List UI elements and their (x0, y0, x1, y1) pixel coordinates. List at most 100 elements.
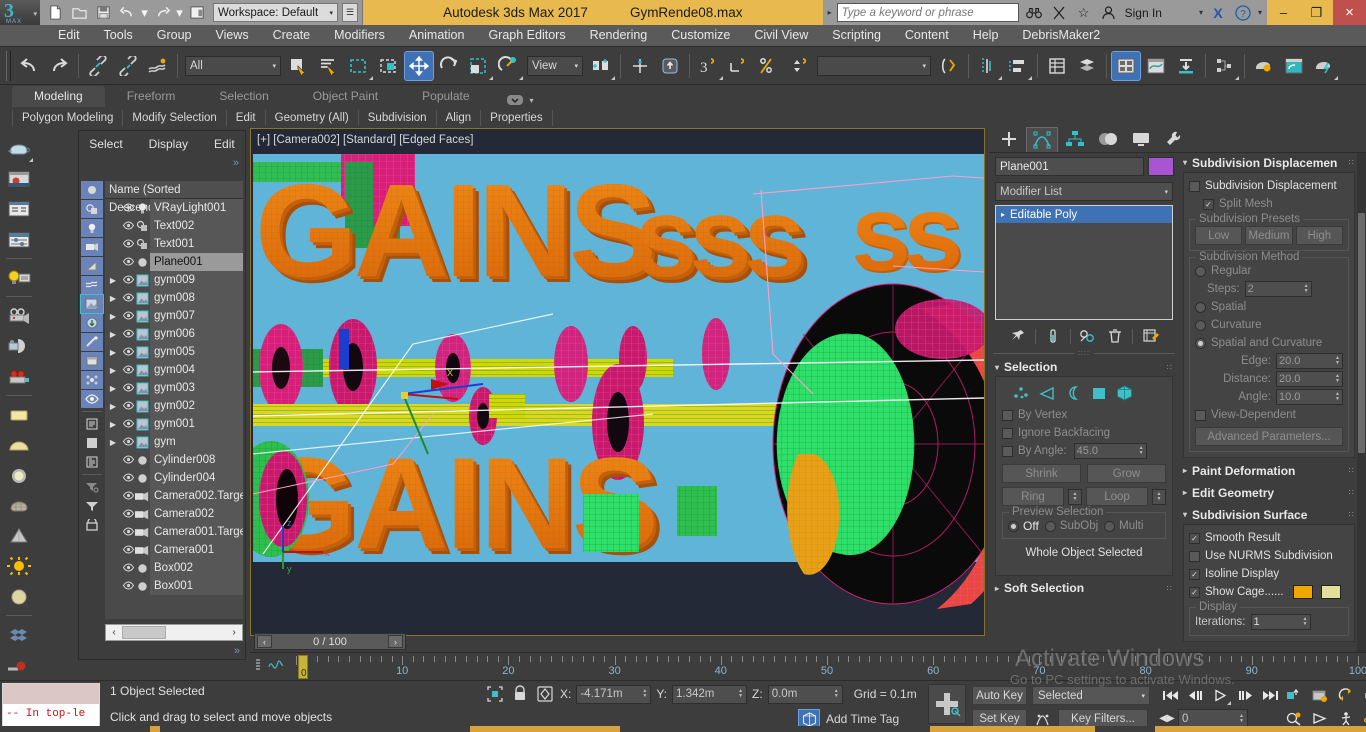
ring-spinner[interactable]: ▲ ▼ (1068, 488, 1082, 505)
track-bar[interactable]: 10 20 30 40 50 60 70 80 90 100 0 (250, 652, 1366, 680)
redo-icon[interactable] (151, 2, 173, 23)
edge-spinner[interactable]: 20.0 ▲ ▼ (1276, 353, 1343, 369)
project-folder-icon[interactable] (186, 2, 208, 23)
prev-frame-button[interactable]: ‹ (257, 635, 272, 648)
menu-item-civil-view[interactable]: Civil View (742, 25, 820, 46)
menu-item-modifiers[interactable]: Modifiers (322, 25, 397, 46)
explorer-menu-edit[interactable]: Edit (214, 137, 235, 151)
filter-funnel-icon[interactable] (81, 497, 103, 515)
use-selection-center-icon[interactable] (625, 51, 655, 81)
scene-explorer-icon[interactable] (1072, 51, 1102, 81)
app-menu-arrow[interactable]: ▾ (33, 10, 37, 18)
spinner-arrows-icon[interactable]: ▲ ▼ (1335, 356, 1340, 366)
scene-explorer-row[interactable]: Camera001 (105, 541, 243, 559)
visibility-eye-icon[interactable] (121, 580, 135, 592)
visibility-eye-icon[interactable] (121, 220, 135, 232)
smooth-result-row[interactable]: ✓ Smooth Result (1189, 529, 1349, 547)
advanced-parameters-button[interactable]: Advanced Parameters... (1195, 427, 1343, 446)
binoculars-icon[interactable] (1024, 3, 1044, 23)
absolute-relative-toggle-icon[interactable] (535, 684, 555, 704)
grow-button[interactable]: Grow (1087, 464, 1166, 483)
filter-xrefs-icon[interactable] (81, 314, 103, 332)
spinner-arrows-icon[interactable]: ▲ ▼ (1239, 713, 1244, 724)
scene-explorer-list[interactable]: Name (Sorted Descending) VRayLight001Tex… (105, 181, 243, 619)
distance-spinner[interactable]: 20.0 ▲ ▼ (1276, 371, 1343, 387)
pan-view-icon[interactable] (1308, 686, 1332, 705)
key-mode-selector[interactable]: Selected ▾ (1032, 686, 1150, 705)
method-regular-radio[interactable] (1195, 265, 1206, 277)
scene-explorer-row[interactable]: Box002 (105, 559, 243, 577)
scene-explorer-chevron-bottom[interactable]: » (234, 645, 240, 657)
select-by-name-icon[interactable] (314, 51, 344, 81)
object-color-swatch[interactable] (1148, 157, 1174, 176)
visibility-eye-icon[interactable] (121, 400, 135, 412)
steps-spinner[interactable]: 2 ▲ ▼ (1244, 281, 1312, 297)
ribbon-tab-modeling[interactable]: Modeling (12, 86, 105, 107)
ribbon-panel-polygon-modeling[interactable]: Polygon Modeling (12, 110, 124, 126)
scene-explorer-row[interactable]: Box001 (105, 577, 243, 595)
sign-in-label[interactable]: Sign In (1125, 6, 1162, 20)
scene-explorer-row[interactable]: Camera001.Target (105, 523, 243, 541)
ribbon-overflow-menu[interactable]: ▾ (506, 94, 534, 107)
filter-groups-icon[interactable] (80, 294, 104, 314)
scene-explorer-row[interactable]: Text002 (105, 217, 243, 235)
scene-explorer-scrollbar[interactable]: ‹ › (105, 624, 243, 641)
border-icon[interactable] (1064, 384, 1081, 401)
expand-arrow-icon[interactable]: ▶ (105, 366, 121, 375)
next-frame-button[interactable]: › (388, 635, 403, 648)
filter-settings-icon[interactable] (81, 478, 103, 496)
preset-low-button[interactable]: Low (1195, 226, 1243, 245)
unlink-selection-icon[interactable] (113, 51, 143, 81)
select-and-link-icon[interactable] (83, 51, 113, 81)
named-selection-set-combo[interactable]: ▾ (817, 55, 931, 76)
select-and-manipulate-icon[interactable] (655, 51, 685, 81)
sun-light-icon[interactable] (4, 552, 34, 581)
scene-explorer-row[interactable]: ▶ gym006 (105, 325, 243, 343)
loop-button[interactable]: Loop (1086, 487, 1148, 506)
loop-spinner[interactable]: ▲ ▼ (1152, 488, 1166, 505)
spinner-arrows-icon[interactable]: ▲ ▼ (642, 689, 647, 699)
shrink-button[interactable]: Shrink (1002, 464, 1081, 483)
visibility-eye-icon[interactable] (121, 472, 135, 484)
scene-explorer-row[interactable]: ▶ gym003 (105, 379, 243, 397)
close-button[interactable]: × (1333, 0, 1366, 25)
display-panel-icon[interactable] (81, 434, 103, 452)
by-vertex-checkbox[interactable] (1002, 409, 1013, 421)
subdivision-displacement-header[interactable]: ▾ Subdivision Displacemen :: (1183, 153, 1355, 172)
lock-selection-icon[interactable] (81, 516, 103, 534)
orbit-view-icon[interactable] (1334, 686, 1358, 705)
view-dependent-checkbox[interactable] (1195, 409, 1206, 421)
expand-arrow-icon[interactable]: ▶ (105, 402, 121, 411)
undo-dropdown-icon[interactable]: ▾ (140, 2, 149, 23)
menu-item-rendering[interactable]: Rendering (578, 25, 660, 46)
layer-explorer-icon[interactable] (1042, 51, 1072, 81)
modify-tab[interactable] (1026, 126, 1058, 152)
material-editor-icon[interactable] (1111, 50, 1141, 81)
play-animation-icon[interactable] (1208, 686, 1232, 705)
scroll-left-icon[interactable]: ‹ (106, 627, 122, 638)
visibility-eye-icon[interactable] (121, 292, 135, 304)
light-dome-icon[interactable] (4, 431, 34, 460)
visibility-eye-icon[interactable] (121, 202, 135, 214)
zoom-region-icon[interactable] (1282, 686, 1306, 705)
help-icon[interactable]: ? (1233, 3, 1253, 23)
menu-item-create[interactable]: Create (261, 25, 323, 46)
select-and-move-button[interactable] (404, 50, 434, 81)
camera-physical-red-icon[interactable] (4, 362, 34, 391)
spinner-arrows-icon[interactable]: ▲ ▼ (738, 689, 743, 699)
subdivision-displacement-checkbox[interactable] (1189, 180, 1200, 192)
menu-item-scripting[interactable]: Scripting (820, 25, 893, 46)
preset-medium-button[interactable]: Medium (1245, 226, 1293, 245)
teapot-mesh-icon[interactable] (4, 491, 34, 520)
add-time-tag-label[interactable]: Add Time Tag (826, 712, 899, 726)
share-icon[interactable] (1049, 3, 1069, 23)
make-unique-icon[interactable] (1078, 326, 1098, 346)
show-end-result-icon[interactable] (1043, 326, 1063, 346)
toolbar-grip[interactable] (6, 50, 11, 81)
parameter-editor-icon[interactable] (4, 225, 34, 254)
ribbon-panel-edit[interactable]: Edit (227, 110, 266, 126)
preview-subobj-radio[interactable] (1044, 520, 1056, 532)
visibility-eye-icon[interactable] (121, 364, 135, 376)
mirror-icon[interactable] (934, 51, 964, 81)
menu-item-content[interactable]: Content (893, 25, 961, 46)
